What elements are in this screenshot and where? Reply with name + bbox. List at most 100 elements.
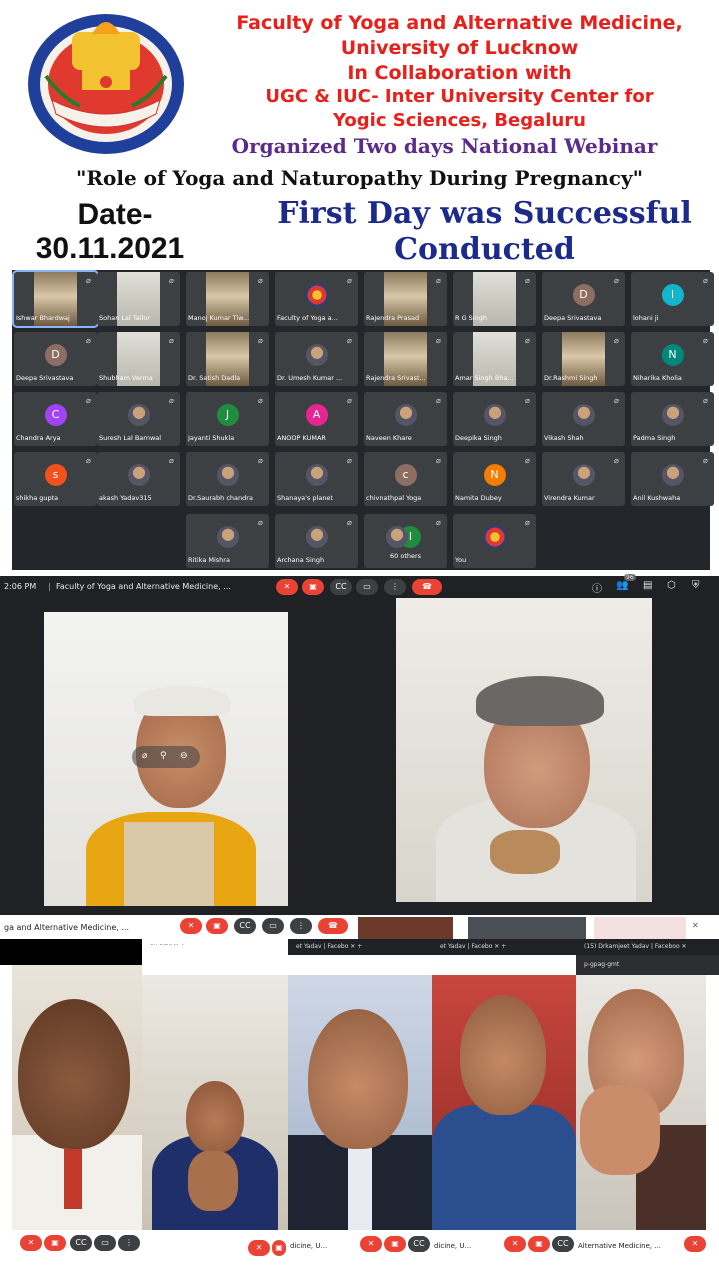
captions-button-6[interactable]: CC — [552, 1236, 574, 1252]
host-controls-icon[interactable]: ⛨ — [692, 580, 700, 591]
people-icon[interactable]: 👥 — [616, 580, 628, 591]
participant-tile[interactable]: ⌀ Dr.Rashmi Singh — [542, 332, 625, 386]
participant-name: Ritika Mishra — [188, 556, 230, 564]
status-line-2: Conducted — [394, 232, 575, 267]
participant-tile[interactable]: ⌀ Vikash Shah — [542, 392, 625, 446]
more-options-button[interactable]: ⋮ — [384, 579, 406, 595]
camera-off-button-3[interactable]: ▣ — [44, 1235, 66, 1251]
participant-tile[interactable]: N ⌀ Niharika Kholia — [631, 332, 714, 386]
red-tie — [64, 1149, 82, 1209]
participant-name: R G Singh — [455, 314, 487, 322]
captions-button-5[interactable]: CC — [408, 1236, 430, 1252]
mic-off-button[interactable]: ✕ — [276, 579, 298, 595]
participant-name: Manoj Kumar Tiw... — [188, 314, 250, 322]
participant-tile[interactable]: ⌀ Manoj Kumar Tiw... — [186, 272, 269, 326]
mic-off-button-2[interactable]: ✕ — [180, 918, 202, 934]
address-bar[interactable]: p-gpag-gmt — [576, 955, 719, 975]
participant-tile[interactable]: ⌀ Ishwar Bhardwaj — [12, 270, 99, 328]
face — [18, 999, 130, 1149]
participant-tile[interactable]: ⌀ Naveen Khare — [364, 392, 447, 446]
participant-tile[interactable]: ⌀ You — [453, 514, 536, 568]
profile-photo — [394, 403, 417, 426]
captions-button-3[interactable]: CC — [70, 1235, 92, 1251]
end-call-button[interactable]: ☎ — [412, 579, 442, 595]
browser-tab-1[interactable]: ey-pmr ✕ + — [142, 939, 288, 955]
tile-hover-controls[interactable]: ⌀ ⚲ ⊖ — [132, 746, 200, 768]
participant-name: Sohan Lal Tailor — [99, 314, 151, 322]
camera-off-button-2[interactable]: ▣ — [206, 918, 228, 934]
mic-off-button-5[interactable]: ✕ — [360, 1236, 382, 1252]
participant-tile[interactable]: ⌀ Shubham Verma — [97, 332, 180, 386]
participant-tile[interactable]: I ⌀ 60 others — [364, 514, 447, 568]
camera-off-button[interactable]: ▣ — [302, 579, 324, 595]
participant-tile[interactable]: ⌀ Padma Singh — [631, 392, 714, 446]
participant-name: Dr.Rashmi Singh — [544, 374, 598, 382]
face — [460, 995, 546, 1115]
participant-tile[interactable]: ⌀ Dr. Umesh Kumar ... — [275, 332, 358, 386]
mic-off-button-6[interactable]: ✕ — [504, 1236, 526, 1252]
participant-tile[interactable]: ⌀ akash Yadav315 — [97, 452, 180, 506]
thumbnail-3 — [594, 917, 686, 939]
participant-tile[interactable]: ⌀ Deepika Singh — [453, 392, 536, 446]
camera-off-button-5[interactable]: ▣ — [384, 1236, 406, 1252]
captions-button[interactable]: CC — [330, 579, 352, 595]
date-value: 30.11.2021 — [35, 232, 185, 265]
participant-tile[interactable]: N ⌀ Namita Dubey — [453, 452, 536, 506]
info-icon[interactable]: ⓘ — [592, 580, 602, 595]
participant-tile[interactable]: ⌀ Anil Kushwaha — [631, 452, 714, 506]
participant-tile[interactable]: ⌀ Faculty of Yoga a... — [275, 272, 358, 326]
participant-tile[interactable]: s ⌀ shikha gupta — [14, 452, 97, 506]
participant-name: Padma Singh — [633, 434, 676, 442]
participant-tile[interactable]: ⌀ Rajendra Srivast... — [364, 332, 447, 386]
pin-icon[interactable]: ⚲ — [160, 751, 167, 761]
browser-tab-2[interactable]: et Yadav | Facebo ✕ + — [288, 939, 432, 955]
participant-tile[interactable]: D ⌀ Deepa Srivastava — [542, 272, 625, 326]
participant-tile[interactable]: D ⌀ Deepa Srivastava — [14, 332, 97, 386]
participant-tile[interactable]: ⌀ R G Singh — [453, 272, 536, 326]
participant-tile[interactable]: ⌀ Rajendra Prasad — [364, 272, 447, 326]
more-options-button-3[interactable]: ⋮ — [118, 1235, 140, 1251]
separator: | — [48, 582, 51, 591]
present-button-3[interactable]: ▭ — [94, 1235, 116, 1251]
participant-tile[interactable]: ⌀ Amar Singh Bha... — [453, 332, 536, 386]
remove-icon[interactable]: ⊖ — [180, 751, 188, 761]
present-button[interactable]: ▭ — [356, 579, 378, 595]
activities-icon[interactable]: ⬡ — [667, 580, 676, 591]
captions-button-2[interactable]: CC — [234, 918, 256, 934]
mic-off-icon: ⌀ — [169, 276, 174, 285]
participant-tile[interactable]: ⌀ Shanaya's planet — [275, 452, 358, 506]
participant-tile[interactable]: ⌀ Dr.Saurabh chandra — [186, 452, 269, 506]
participant-tile[interactable]: c ⌀ chivnathpal Yoga — [364, 452, 447, 506]
header-line-5: Yogic Sciences, Begaluru — [333, 110, 586, 131]
present-button-2[interactable]: ▭ — [262, 918, 284, 934]
participant-tile[interactable]: ⌀ Virendra Kumar — [542, 452, 625, 506]
speaker-video-right — [396, 598, 652, 902]
participant-tile[interactable]: ⌀ Ritika Mishra — [186, 514, 269, 568]
browser-tab-4[interactable]: (15) Drkamjeet Yadav | Faceboo ✕ — [576, 939, 719, 955]
participant-tile[interactable]: ⌀ Archana Singh — [275, 514, 358, 568]
participant-tile[interactable]: ⌀ Sohan Lal Tailor — [97, 272, 180, 326]
participant-tile[interactable]: A ⌀ ANOOP KUMAR — [275, 392, 358, 446]
mic-off-icon: ⌀ — [614, 456, 619, 465]
mute-icon[interactable]: ⌀ — [142, 751, 147, 761]
mic-off-icon: ✕ — [692, 921, 699, 930]
mic-off-button-4[interactable]: ✕ — [248, 1240, 270, 1256]
mic-off-icon: ⌀ — [436, 276, 441, 285]
participant-tile[interactable]: J ⌀ Jayanti Shukla — [186, 392, 269, 446]
camera-off-button-6[interactable]: ▣ — [528, 1236, 550, 1252]
mic-off-button-7[interactable]: ✕ — [684, 1236, 706, 1252]
end-call-button-2[interactable]: ☎ — [318, 918, 348, 934]
hands — [490, 830, 560, 874]
bottom-bar-1: ✕ ▣ CC ▭ ⋮ — [12, 1230, 142, 1256]
participant-tile[interactable]: ⌀ Suresh Lal Barnwal — [97, 392, 180, 446]
chat-icon[interactable]: ▤ — [643, 580, 652, 591]
face — [308, 1009, 408, 1149]
participant-tile[interactable]: l ⌀ lohani ji — [631, 272, 714, 326]
browser-tab-3[interactable]: et Yadav | Facebo ✕ + — [432, 939, 576, 955]
mic-off-icon: ⌀ — [169, 456, 174, 465]
camera-off-button-4[interactable]: ▣ — [272, 1240, 286, 1256]
more-options-button-2[interactable]: ⋮ — [290, 918, 312, 934]
participant-tile[interactable]: C ⌀ Chandra Arya — [14, 392, 97, 446]
mic-off-button-3[interactable]: ✕ — [20, 1235, 42, 1251]
participant-tile[interactable]: ⌀ Dr. Satish Dadla — [186, 332, 269, 386]
